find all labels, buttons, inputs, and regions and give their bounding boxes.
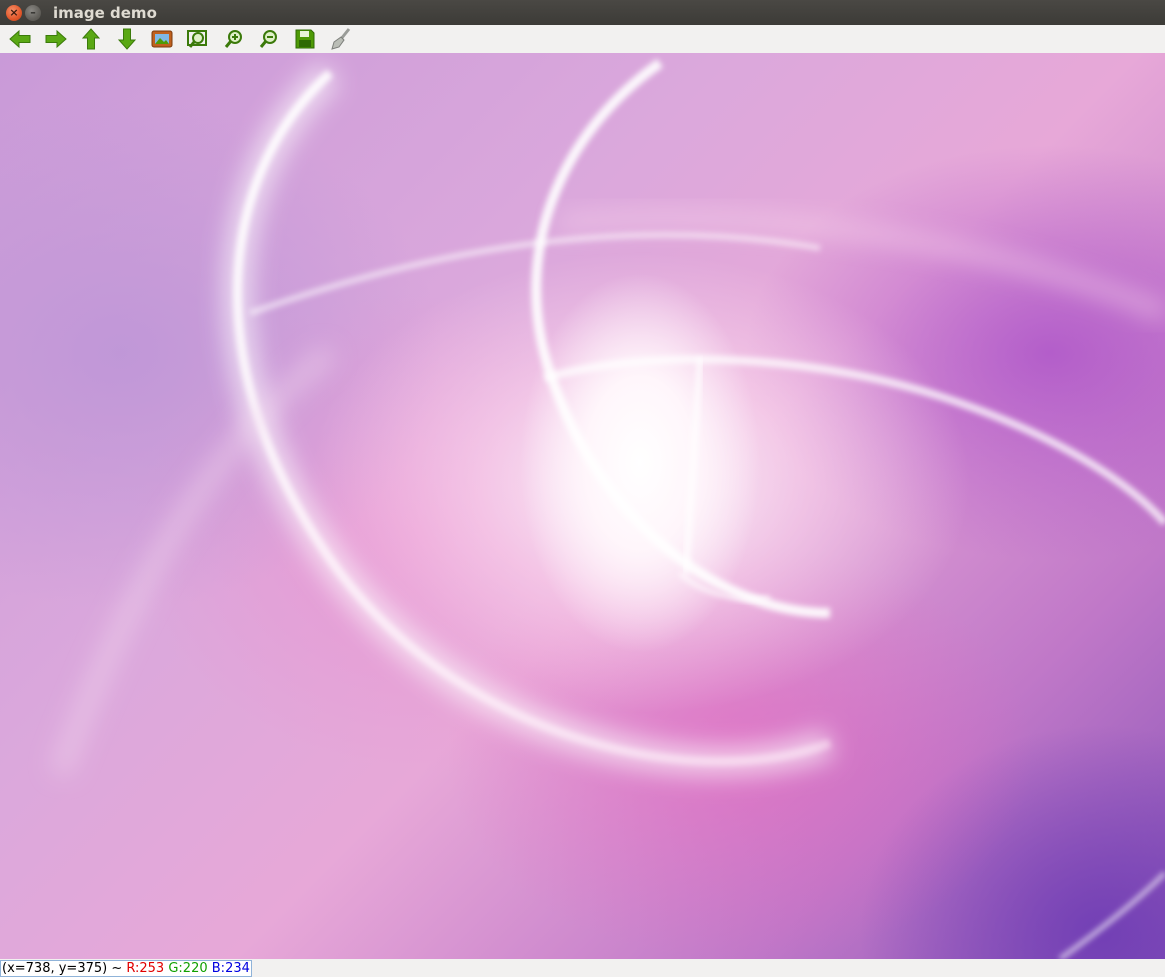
zoom-out-icon — [260, 30, 278, 48]
red-value: R:253 — [126, 961, 165, 976]
cursor-coords: (x=738, y=375) ~ — [2, 961, 127, 976]
zoom-to-fit-button[interactable] — [184, 26, 212, 52]
blue-value: B:234 — [211, 961, 250, 976]
minimize-icon: – — [30, 6, 36, 19]
pan-down-button[interactable] — [113, 26, 141, 52]
arrow-down-icon — [117, 28, 136, 50]
zoom-out-button[interactable] — [255, 26, 283, 52]
toolbar — [0, 25, 1165, 53]
pan-up-button[interactable] — [77, 26, 105, 52]
pan-left-button[interactable] — [6, 26, 34, 52]
zoom-in-icon — [224, 30, 242, 48]
close-icon: × — [9, 6, 19, 19]
arrow-up-icon — [82, 28, 101, 50]
zoom-region-icon — [186, 30, 207, 48]
zoom-in-button[interactable] — [220, 26, 248, 52]
window-title: image demo — [53, 3, 157, 22]
abstract-swirl-image — [50, 58, 1165, 959]
save-button[interactable] — [291, 26, 319, 52]
status-bar: (x=738, y=375) ~ R:253 G:220 B:234 — [0, 959, 1165, 977]
floppy-disk-icon — [295, 29, 315, 49]
pixel-info: (x=738, y=375) ~ R:253 G:220 B:234 — [0, 960, 252, 977]
green-value: G:220 — [168, 961, 208, 976]
minimize-button[interactable]: – — [25, 4, 41, 21]
arrow-right-icon — [45, 29, 67, 49]
image-icon — [151, 30, 173, 48]
properties-button[interactable] — [326, 26, 354, 52]
brush-icon — [331, 28, 351, 50]
title-bar: × – image demo — [0, 0, 1165, 25]
reset-zoom-button[interactable] — [148, 26, 176, 52]
image-canvas[interactable] — [0, 53, 1165, 959]
pan-right-button[interactable] — [42, 26, 70, 52]
close-button[interactable]: × — [6, 4, 22, 21]
arrow-left-icon — [9, 29, 31, 49]
